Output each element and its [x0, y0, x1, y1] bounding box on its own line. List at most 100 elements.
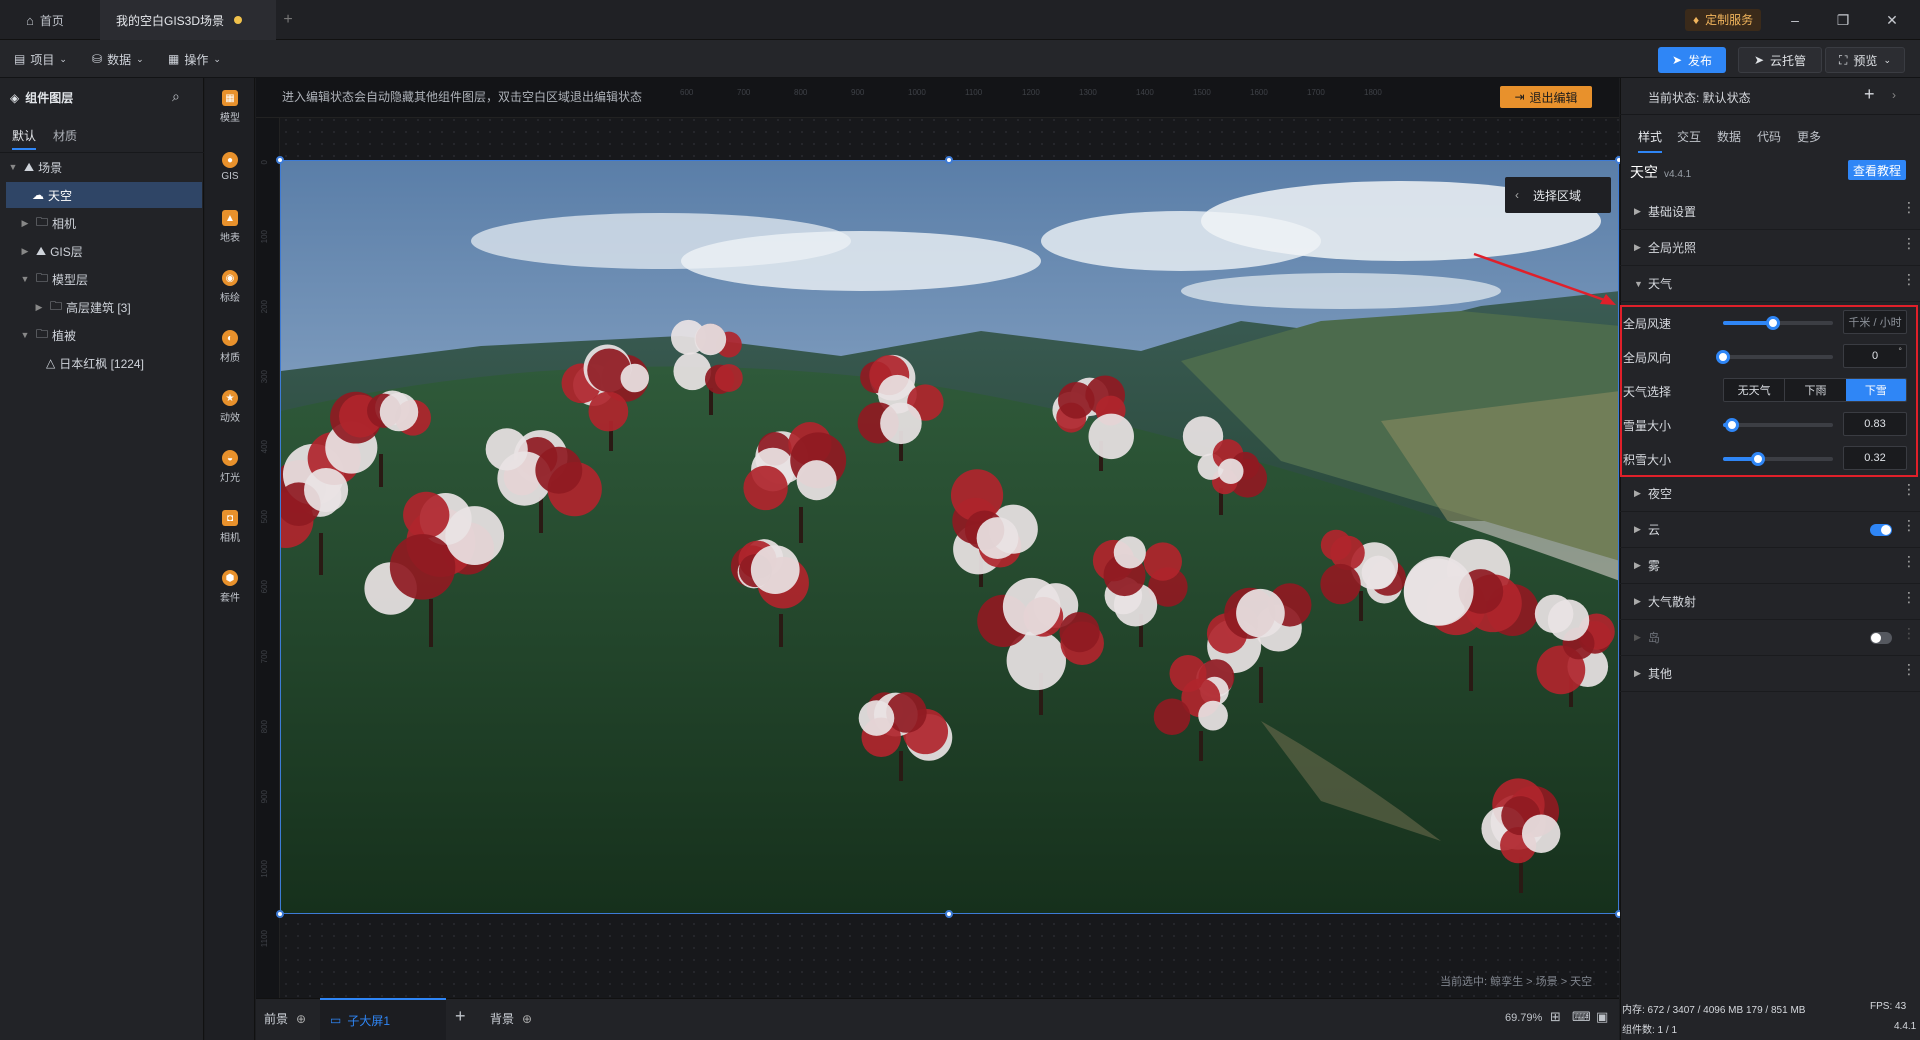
new-tab-plus-icon[interactable]: + [278, 10, 298, 30]
scene-viewport[interactable] [280, 160, 1619, 914]
more-vertical-icon[interactable]: ⋮ [1902, 236, 1916, 250]
island-toggle[interactable] [1870, 632, 1892, 644]
tab-document[interactable]: 我的空白GIS3D场景 [100, 0, 276, 40]
section-atmosphere[interactable]: ▶ 大气散射 ⋮ [1620, 584, 1920, 620]
tree-item-sky[interactable]: ☁ 天空 [6, 182, 202, 208]
tree-item-scene[interactable]: ▼ ⛰ 场景 [6, 154, 202, 180]
exit-edit-button[interactable]: ⇥ 退出编辑 [1500, 86, 1592, 108]
publish-button[interactable]: ➤ 发布 [1658, 47, 1726, 73]
operate-menu[interactable]: ▦ 操作 ⌄ [168, 48, 221, 70]
search-icon[interactable]: ⌕ [172, 88, 180, 105]
tab-more[interactable]: 更多 [1797, 128, 1821, 145]
project-menu-label: 项目 [30, 52, 55, 67]
tree-item-model-layer[interactable]: ▼ 🗀 模型层 [6, 266, 202, 292]
custom-service-button[interactable]: ♦ 定制服务 [1685, 9, 1762, 31]
chevron-right-icon[interactable]: › [1892, 88, 1896, 102]
restore-icon[interactable]: ❐ [1831, 8, 1855, 32]
weather-option-snow[interactable]: 下雪 [1845, 379, 1906, 401]
resize-handle[interactable] [945, 910, 953, 918]
rail-light[interactable]: ◒ 灯光 [205, 440, 255, 494]
rail-effect[interactable]: ★ 动效 [205, 380, 255, 434]
add-state-plus-icon[interactable]: + [1864, 84, 1875, 105]
tab-code[interactable]: 代码 [1757, 128, 1781, 145]
preview-button[interactable]: ⛶ 预览 ⌄ [1825, 47, 1905, 73]
more-vertical-icon[interactable]: ⋮ [1902, 554, 1916, 568]
more-vertical-icon[interactable]: ⋮ [1902, 626, 1916, 640]
data-menu[interactable]: ⛁ 数据 ⌄ [92, 48, 144, 70]
wind-speed-slider[interactable] [1723, 316, 1833, 330]
more-vertical-icon[interactable]: ⋮ [1902, 518, 1916, 532]
memory-status: 内存: 672 / 3407 / 4096 MB 179 / 851 MB [1622, 1005, 1806, 1016]
background-tab[interactable]: 背景 ⊕ [490, 1010, 532, 1027]
resize-handle[interactable] [276, 156, 284, 164]
section-fog[interactable]: ▶ 雾 ⋮ [1620, 548, 1920, 584]
section-label: 岛 [1648, 631, 1661, 645]
wind-speed-unit[interactable]: 千米 / 小时 [1843, 310, 1907, 334]
tree-item-maple[interactable]: △ 日本红枫 [1224] [6, 350, 202, 376]
more-vertical-icon[interactable]: ⋮ [1902, 200, 1916, 214]
section-night-sky[interactable]: ▶ 夜空 ⋮ [1620, 476, 1920, 512]
cloud-host-button[interactable]: ➤ 云托管 [1738, 47, 1822, 73]
slider-knob[interactable] [1765, 316, 1780, 330]
rail-kit[interactable]: ⬢ 套件 [205, 560, 255, 614]
slider-knob[interactable] [1716, 350, 1730, 364]
fit-screen-icon[interactable]: ⊞ [1550, 1009, 1561, 1025]
snow-amount-slider[interactable] [1723, 418, 1833, 432]
wind-direction-input[interactable]: 0 ° [1843, 344, 1907, 368]
tab-home[interactable]: ⌂ 首页 [10, 0, 80, 40]
tab-material[interactable]: 材质 [53, 127, 77, 144]
tab-interaction[interactable]: 交互 [1677, 128, 1701, 145]
project-menu[interactable]: ▤ 项目 ⌄ [14, 48, 67, 70]
rail-material[interactable]: ◐ 材质 [205, 320, 255, 374]
wind-direction-slider[interactable] [1716, 350, 1833, 364]
terminal-icon[interactable]: ▣ [1596, 1009, 1608, 1025]
add-circle-icon[interactable]: ⊕ [522, 1012, 532, 1026]
rail-mark[interactable]: ◉ 标绘 [205, 260, 255, 314]
publish-label: 发布 [1688, 53, 1713, 68]
folder-icon: 🗀 [36, 270, 49, 285]
tree-item-gis[interactable]: ▶ ⛰ GIS层 [6, 238, 202, 264]
section-other[interactable]: ▶ 其他 ⋮ [1620, 656, 1920, 692]
tab-default[interactable]: 默认 [12, 127, 37, 150]
rail-terrain[interactable]: ▲ 地表 [205, 200, 255, 254]
rail-camera[interactable]: ◘ 相机 [205, 500, 255, 554]
more-vertical-icon[interactable]: ⋮ [1902, 590, 1916, 604]
resize-handle[interactable] [945, 156, 953, 164]
weather-segmented[interactable]: 无天气 下雨 下雪 [1723, 378, 1907, 402]
keyboard-icon[interactable]: ⌨ [1572, 1009, 1591, 1025]
weather-option-none[interactable]: 无天气 [1724, 379, 1785, 401]
section-island[interactable]: ▶ 岛 ⋮ [1620, 620, 1920, 656]
add-screen-plus-icon[interactable]: + [455, 1006, 466, 1027]
rail-gis[interactable]: ● GIS [205, 140, 255, 194]
minimize-icon[interactable]: – [1783, 8, 1807, 32]
select-area-button[interactable]: ‹ 选择区域 [1505, 177, 1611, 213]
snow-amount-input[interactable]: 0.83 [1843, 412, 1907, 436]
section-lighting[interactable]: ▶ 全局光照 ⋮ [1620, 230, 1920, 266]
tutorial-button[interactable]: 查看教程 [1848, 160, 1906, 180]
tree-item-vegetation[interactable]: ▼ 🗀 植被 [6, 322, 202, 348]
screen-tab[interactable]: ▭ 子大屏1 [320, 998, 446, 1040]
tree-foliage [403, 491, 450, 539]
foreground-tab[interactable]: 前景 ⊕ [264, 1010, 306, 1027]
sky-icon: ☁ [32, 188, 44, 202]
snow-cover-input[interactable]: 0.32 [1843, 446, 1907, 470]
rail-model[interactable]: ▦ 模型 [205, 80, 255, 134]
add-circle-icon[interactable]: ⊕ [296, 1012, 306, 1026]
more-vertical-icon[interactable]: ⋮ [1902, 272, 1916, 286]
resize-handle[interactable] [276, 910, 284, 918]
component-count: 组件数: 1 / 1 [1622, 1025, 1678, 1036]
tab-data[interactable]: 数据 [1717, 128, 1741, 145]
more-vertical-icon[interactable]: ⋮ [1902, 482, 1916, 496]
more-vertical-icon[interactable]: ⋮ [1902, 662, 1916, 676]
snow-cover-slider[interactable] [1723, 452, 1833, 466]
close-icon[interactable]: ✕ [1880, 8, 1904, 32]
tab-style[interactable]: 样式 [1638, 128, 1663, 153]
weather-option-rain[interactable]: 下雨 [1784, 379, 1846, 401]
tree-item-camera[interactable]: ▶ 🗀 相机 [6, 210, 202, 236]
tree-item-buildings[interactable]: ▶ 🗀 高层建筑 [3] [6, 294, 202, 320]
slider-knob[interactable] [1724, 418, 1739, 432]
section-cloud[interactable]: ▶ 云 ⋮ [1620, 512, 1920, 548]
section-weather[interactable]: ▼ 天气 ⋮ [1620, 266, 1920, 302]
cloud-toggle[interactable] [1870, 524, 1892, 536]
section-basic[interactable]: ▶ 基础设置 ⋮ [1620, 194, 1920, 230]
